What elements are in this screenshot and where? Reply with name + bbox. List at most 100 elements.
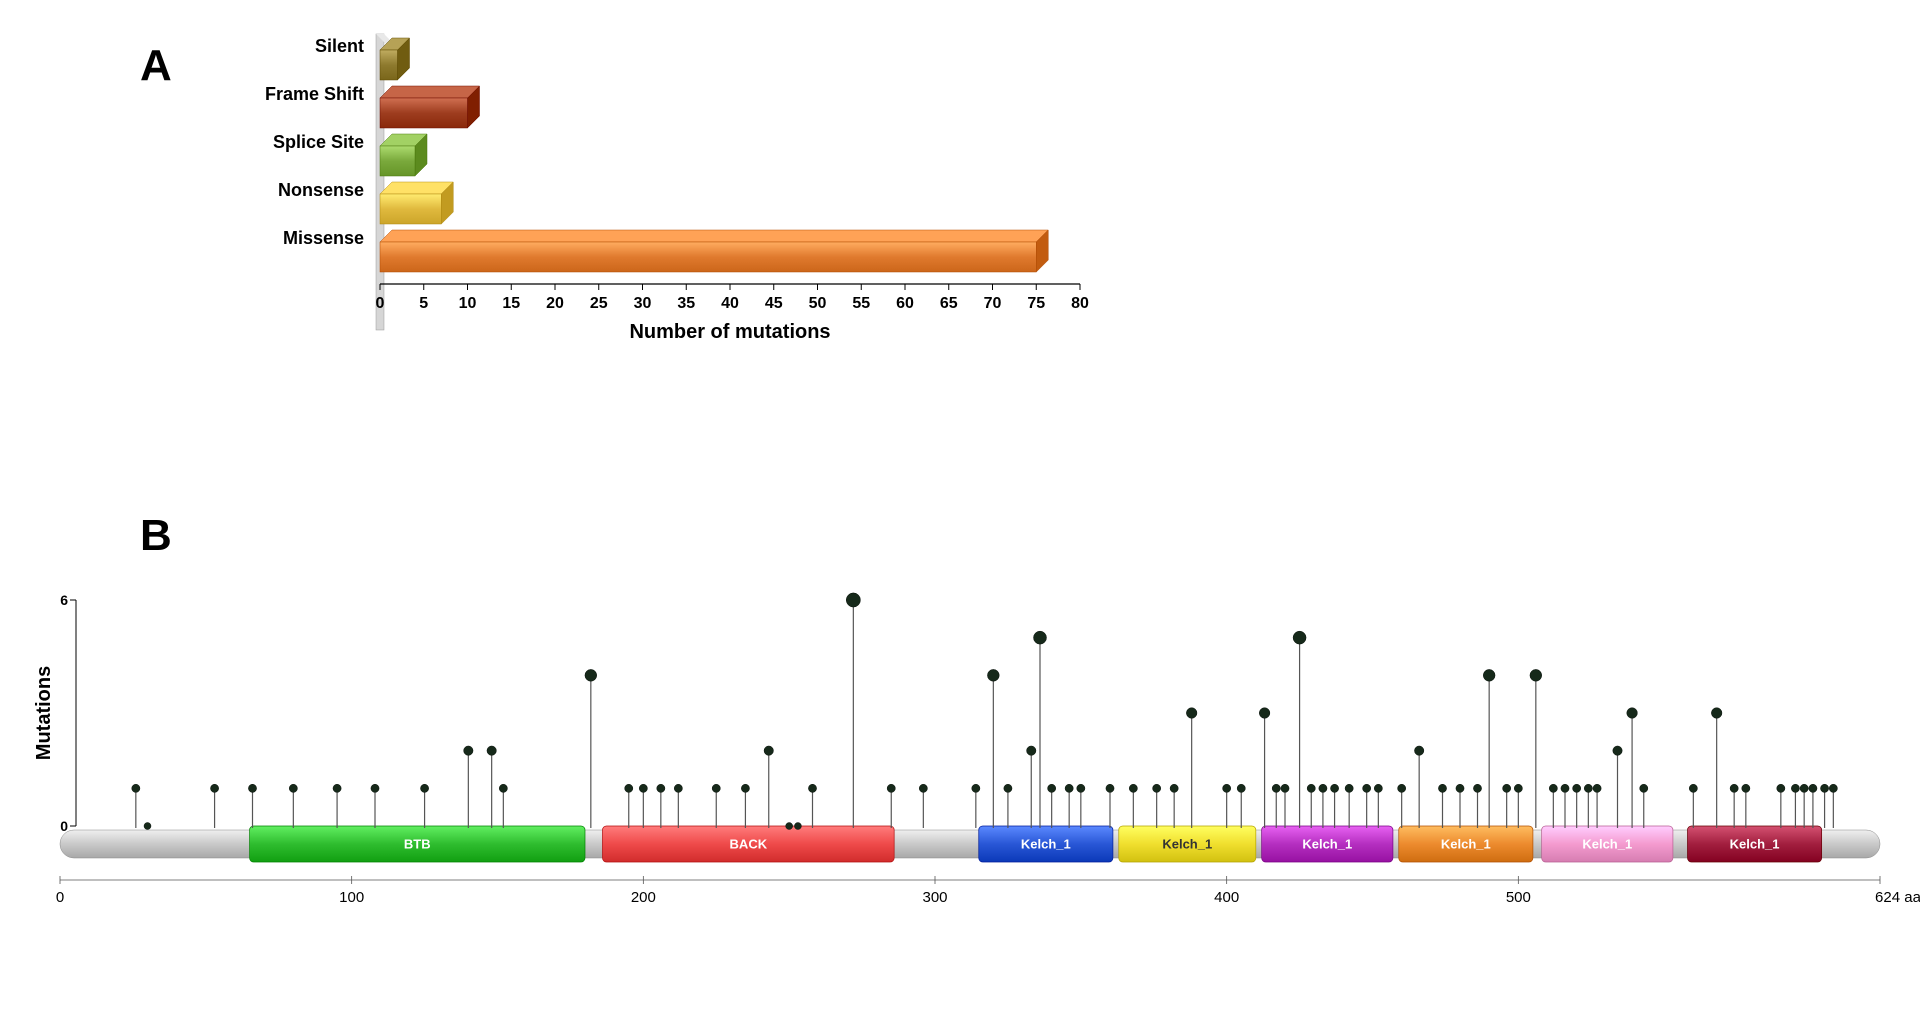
lollipop-head <box>1613 746 1622 755</box>
lollipop-head <box>1186 708 1197 719</box>
bar-front <box>380 98 468 128</box>
lollipop-head <box>1106 784 1114 792</box>
lollipop-head <box>420 784 428 792</box>
bar-front <box>380 242 1036 272</box>
x-tick-label: 0 <box>376 295 385 312</box>
bar-top <box>380 182 453 194</box>
lollipop-head <box>1561 784 1569 792</box>
domain-label: Kelch_1 <box>1162 836 1212 851</box>
lollipop-head <box>1809 784 1817 792</box>
lollipop-head <box>1398 784 1406 792</box>
aa-tick-label: 400 <box>1214 889 1239 906</box>
lollipop-head <box>808 784 816 792</box>
domain-label: Kelch_1 <box>1441 836 1491 851</box>
lollipop-head <box>1530 669 1542 681</box>
lollipop-head <box>1456 784 1464 792</box>
lollipop-head <box>794 823 801 830</box>
lollipop-head <box>1281 784 1289 792</box>
domain-label: Kelch_1 <box>1302 836 1352 851</box>
lollipop-head <box>1514 784 1522 792</box>
lollipop-head <box>1223 784 1231 792</box>
category-label: Missense <box>283 228 364 248</box>
x-tick-label: 70 <box>984 295 1002 312</box>
x-tick-label: 50 <box>809 295 827 312</box>
domain-label: Kelch_1 <box>1730 836 1780 851</box>
aa-tick-label: 100 <box>339 889 364 906</box>
x-tick-label: 15 <box>502 295 520 312</box>
x-tick-label: 35 <box>677 295 695 312</box>
lollipop-head <box>1129 784 1137 792</box>
x-tick-label: 5 <box>419 295 428 312</box>
lollipop-head <box>1593 784 1601 792</box>
lollipop-head <box>1777 784 1785 792</box>
lollipop-head <box>625 784 633 792</box>
lollipop-head <box>1640 784 1648 792</box>
lollipop-head <box>987 669 999 681</box>
lollipop-head <box>1048 784 1056 792</box>
lollipop-head <box>1503 784 1511 792</box>
bar-front <box>380 146 415 176</box>
lollipop-head <box>1259 708 1270 719</box>
lollipop-head <box>1307 784 1315 792</box>
lollipop-head <box>674 784 682 792</box>
lollipop-head <box>1319 784 1327 792</box>
domain-label: Kelch_1 <box>1021 836 1071 851</box>
lollipop-head <box>1170 784 1178 792</box>
domain-label: Kelch_1 <box>1582 836 1632 851</box>
domain-label: BTB <box>404 836 431 851</box>
lollipop-head <box>1573 784 1581 792</box>
lollipop-head <box>1153 784 1161 792</box>
lollipop-head <box>1065 784 1073 792</box>
figure-root: A SilentFrame ShiftSplice SiteNonsenseMi… <box>20 20 1920 990</box>
x-tick-label: 20 <box>546 295 564 312</box>
y-axis-label: Mutations <box>33 666 55 760</box>
lollipop-head <box>1711 708 1722 719</box>
aa-tick-label: 0 <box>56 889 64 906</box>
lollipop-head <box>1077 784 1085 792</box>
x-tick-label: 40 <box>721 295 739 312</box>
lollipop-head <box>1237 784 1245 792</box>
lollipop-head <box>1374 784 1382 792</box>
x-tick-label: 75 <box>1027 295 1045 312</box>
x-tick-label: 80 <box>1071 295 1089 312</box>
category-label: Silent <box>315 36 364 56</box>
lollipop-head <box>1414 746 1423 755</box>
lollipop-head <box>248 784 256 792</box>
category-label: Nonsense <box>278 180 364 200</box>
lollipop-head <box>1345 784 1353 792</box>
x-axis-label: Number of mutations <box>629 321 830 343</box>
lollipop-head <box>1363 784 1371 792</box>
bar-front <box>380 50 398 80</box>
x-tick-label: 65 <box>940 295 958 312</box>
lollipop-head <box>1438 784 1446 792</box>
lollipop-head <box>333 784 341 792</box>
lollipop-head <box>786 823 793 830</box>
panel-b-label: B <box>140 511 172 560</box>
x-tick-label: 60 <box>896 295 914 312</box>
lollipop-head <box>1584 784 1592 792</box>
x-tick-label: 25 <box>590 295 608 312</box>
lollipop-head <box>1330 784 1338 792</box>
bar-top <box>380 86 480 98</box>
y-tick-label: 6 <box>60 592 68 608</box>
lollipop-head <box>887 784 895 792</box>
panel-a-bar-chart: SilentFrame ShiftSplice SiteNonsenseMiss… <box>265 34 1089 343</box>
lollipop-head <box>210 784 218 792</box>
panel-a-label: A <box>140 41 172 90</box>
lollipop-head <box>487 746 496 755</box>
lollipop-head <box>499 784 507 792</box>
lollipop-head <box>132 784 140 792</box>
lollipop-head <box>585 669 597 681</box>
category-label: Frame Shift <box>265 84 364 104</box>
bar-front <box>380 194 441 224</box>
panel-b-lollipop-chart: Mutations06BTBBACKKelch_1Kelch_1Kelch_1K… <box>33 592 1920 906</box>
aa-tick-label: 624 aa <box>1875 889 1920 906</box>
lollipop-head <box>1829 784 1837 792</box>
lollipop-head <box>1293 631 1306 644</box>
aa-tick-label: 200 <box>631 889 656 906</box>
x-tick-label: 10 <box>459 295 477 312</box>
lollipop-head <box>846 593 860 607</box>
lollipop-head <box>1689 784 1697 792</box>
lollipop-head <box>657 784 665 792</box>
lollipop-head <box>1549 784 1557 792</box>
